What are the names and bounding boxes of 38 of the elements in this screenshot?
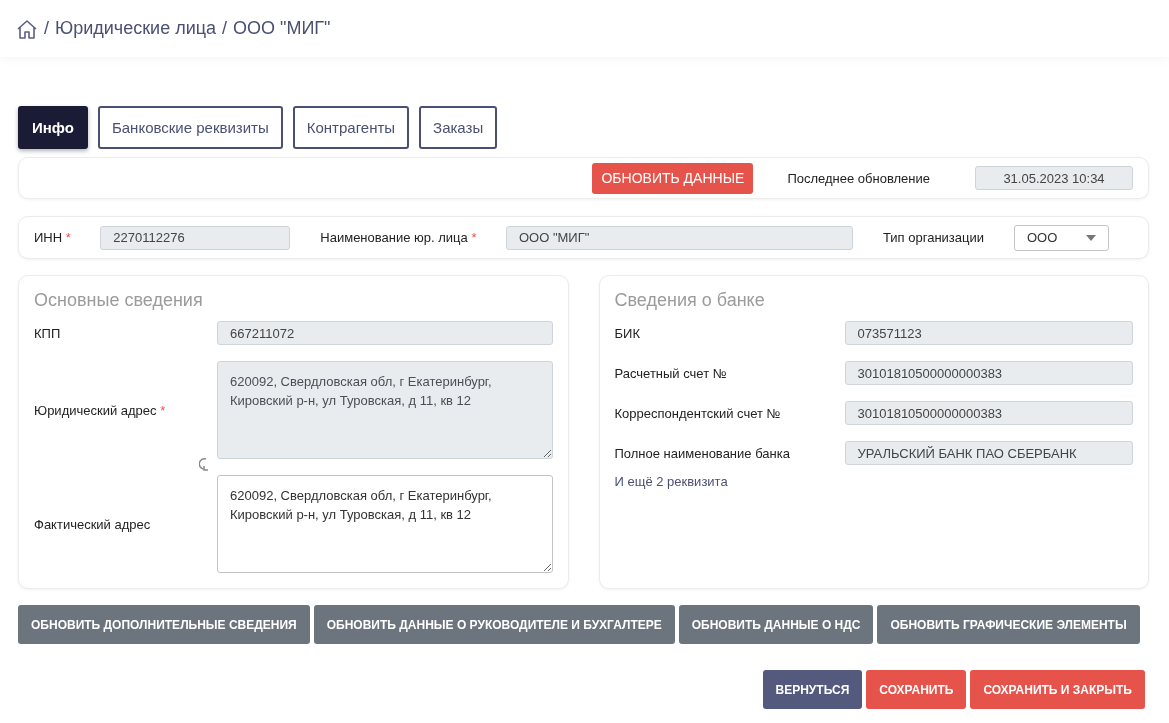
address-field[interactable]: 620092, Свердловская обл, г Екатеринбург, Кировский р-н, ул Туровская, д 11, кв 12 [217,475,553,573]
last-update-label: Последнее обновление [787,170,930,186]
field-label: Корреспондентский счет № [614,405,782,421]
field-label: Расчетный счет № [614,365,728,381]
update-button[interactable]: ОБНОВИТЬ ДОПОЛНИТЕЛЬНЫЕ СВЕДЕНИЯ [18,605,310,644]
home-icon[interactable] [16,18,38,39]
refresh-icon[interactable] [199,457,211,473]
field-label: БИК [614,325,641,341]
update-button[interactable]: ОБНОВИТЬ ДАННЫЕ О НДС [678,605,874,644]
text-field[interactable]: ООО "МИГ" [505,225,853,250]
update-button[interactable]: ОБНОВИТЬ ДАННЫЕ О РУКОВОДИТЕЛЕ И БУХГАЛТЕРЕ [313,605,675,644]
field-label: КПП [34,325,62,341]
section-title: Основные сведения [34,290,204,311]
back-button[interactable]: ВЕРНУТЬСЯ [762,670,863,709]
tab[interactable]: Контрагенты [292,106,410,149]
breadcrumb-separator: / [222,18,228,39]
field-label: Наименование юр. лица * [320,230,477,245]
tab[interactable]: Банковские реквизиты [97,106,283,149]
breadcrumb-separator: / [44,18,49,39]
dropdown-caret-icon [1086,234,1096,241]
save-button[interactable]: СОХРАНИТЬ [866,670,967,709]
field-label: ИНН * [34,230,71,245]
section-title: Сведения о банке [614,290,766,311]
field-label: Юридический адрес * [34,402,167,418]
update-button[interactable]: ОБНОВИТЬ ГРАФИЧЕСКИЕ ЭЛЕМЕНТЫ [877,605,1140,644]
last-update-field: 31.05.2023 10:34 [975,166,1133,190]
text-field[interactable]: 2270112276 [100,225,291,250]
organization-type-select[interactable]: ООО [1014,224,1109,251]
field-label: Полное наименование банка [614,445,791,461]
tab[interactable]: Инфо [18,106,88,149]
field-label: Тип организации [882,230,984,245]
refresh-data-button[interactable]: ОБНОВИТЬ ДАННЫЕ [592,162,754,194]
field-label: Фактический адрес [34,516,152,532]
breadcrumb-current: ООО "МИГ" [233,18,331,39]
save-button[interactable]: СОХРАНИТЬ И ЗАКРЫТЬ [970,670,1145,709]
breadcrumb-link[interactable]: Юридические лица [55,18,217,39]
tab[interactable]: Заказы [419,106,498,149]
more-details-link[interactable]: И ещё 2 реквизита [614,474,728,489]
